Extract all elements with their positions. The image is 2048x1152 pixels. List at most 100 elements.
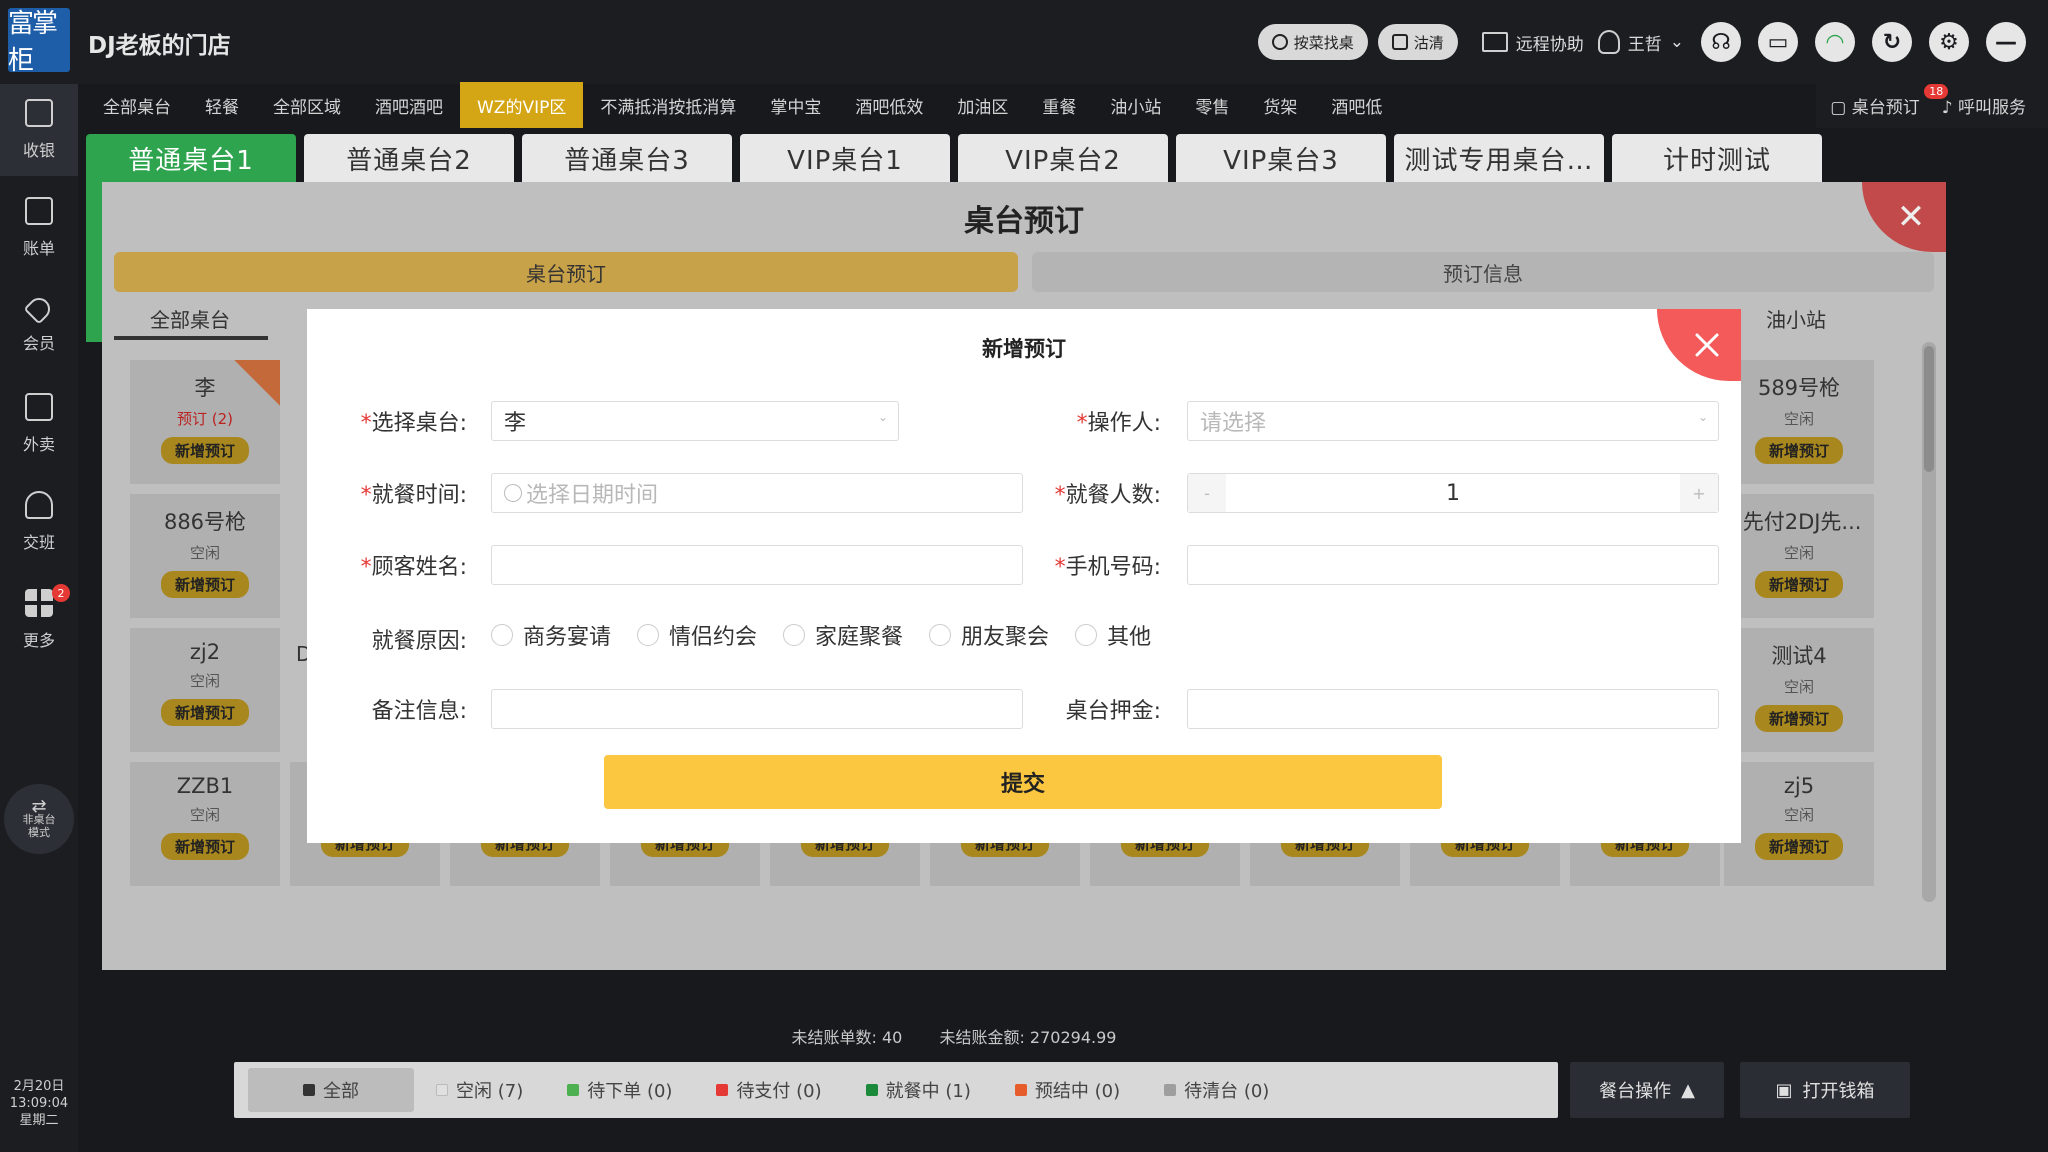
gear-icon[interactable]: ⚙ xyxy=(1929,22,1969,62)
display-icon[interactable]: ▭ xyxy=(1758,22,1798,62)
table-card[interactable]: 李 预订 (2) 新增预订 xyxy=(130,360,280,484)
room-tab[interactable]: VIP桌台3 xyxy=(1176,134,1386,182)
note-input[interactable] xyxy=(491,689,1023,729)
table-card[interactable]: 测试4 空闲 新增预订 xyxy=(1724,628,1874,752)
minimize-icon[interactable]: — xyxy=(1986,22,2026,62)
room-tab-active[interactable]: 普通桌台1 xyxy=(86,134,296,182)
status-filter-to-clear[interactable]: 待清台 (0) xyxy=(1142,1068,1291,1112)
reason-radio-family[interactable]: 家庭聚餐 xyxy=(783,619,903,651)
deposit-input[interactable] xyxy=(1187,689,1719,729)
sold-out-button[interactable]: 沽清 xyxy=(1377,24,1458,60)
category-tab-active[interactable]: WZ的VIP区 xyxy=(460,82,584,128)
category-tab[interactable]: 酒吧低 xyxy=(1314,82,1399,128)
register-icon xyxy=(25,99,53,127)
area-tab-all[interactable]: 全部桌台 xyxy=(150,304,230,333)
increment-button[interactable]: + xyxy=(1680,474,1718,512)
remote-assist-button[interactable]: 远程协助 xyxy=(1481,30,1584,55)
status-swatch xyxy=(303,1084,315,1096)
category-tab[interactable]: 油小站 xyxy=(1093,82,1178,128)
add-booking-button[interactable]: 新增预订 xyxy=(160,699,249,726)
non-table-mode-button[interactable]: ⇄ 非桌台 模式 xyxy=(4,784,74,854)
user-icon xyxy=(1597,30,1620,54)
room-tab[interactable]: 普通桌台3 xyxy=(522,134,732,182)
sidebar-item-shift[interactable]: 交班 xyxy=(0,476,78,568)
headset-icon[interactable]: ☊ xyxy=(1701,22,1741,62)
room-tab[interactable]: VIP桌台2 xyxy=(958,134,1168,182)
table-card[interactable]: 886号枪 空闲 新增预订 xyxy=(130,494,280,618)
table-reserve-link[interactable]: ▢ 桌台预订 xyxy=(1830,93,1919,118)
room-tab[interactable]: VIP桌台1 xyxy=(740,134,950,182)
dining-time-picker[interactable]: 选择日期时间 xyxy=(491,473,1023,513)
customer-name-input[interactable] xyxy=(491,545,1023,585)
sidebar-item-takeout[interactable]: 外卖 xyxy=(0,378,78,470)
table-card[interactable]: zj5 空闲 新增预订 xyxy=(1724,762,1874,886)
party-size-value[interactable]: 1 xyxy=(1226,474,1680,512)
reason-radio-business[interactable]: 商务宴请 xyxy=(491,619,611,651)
modal-close-button[interactable] xyxy=(1657,309,1741,381)
table-select[interactable]: 李 ⌄ xyxy=(491,401,899,441)
close-icon: ✕ xyxy=(1896,197,1926,237)
add-booking-button[interactable]: 新增预订 xyxy=(1754,833,1843,860)
submit-button[interactable]: 提交 xyxy=(604,755,1442,809)
add-booking-button[interactable]: 新增预订 xyxy=(160,437,249,464)
category-tab[interactable]: 加油区 xyxy=(940,82,1025,128)
add-booking-button[interactable]: 新增预订 xyxy=(1754,705,1843,732)
grid-icon xyxy=(25,589,53,617)
status-filter-pending-pay[interactable]: 待支付 (0) xyxy=(694,1068,843,1112)
room-tab[interactable]: 普通桌台2 xyxy=(304,134,514,182)
open-drawer-button[interactable]: ▣ 打开钱箱 xyxy=(1740,1062,1910,1118)
category-tab[interactable]: 掌中宝 xyxy=(753,82,838,128)
reason-radio-date[interactable]: 情侣约会 xyxy=(637,619,757,651)
panel-close-button[interactable]: ✕ xyxy=(1862,182,1946,252)
status-filter-dining[interactable]: 就餐中 (1) xyxy=(844,1068,993,1112)
table-card[interactable]: zj2 空闲 新增预订 xyxy=(130,628,280,752)
party-size-stepper[interactable]: - 1 + xyxy=(1187,473,1719,513)
category-tab[interactable]: 酒吧酒吧 xyxy=(358,82,460,128)
add-booking-button[interactable]: 新增预订 xyxy=(160,833,249,860)
room-tab[interactable]: 计时测试 xyxy=(1612,134,1822,182)
category-tab[interactable]: 酒吧低效 xyxy=(838,82,940,128)
sidebar-item-member[interactable]: 会员 xyxy=(0,280,78,372)
add-booking-button[interactable]: 新增预订 xyxy=(1754,437,1843,464)
category-tab[interactable]: 不满抵消按抵消算 xyxy=(583,82,753,128)
call-service-link[interactable]: ♪ 呼叫服务 xyxy=(1942,93,2026,118)
category-tab[interactable]: 重餐 xyxy=(1025,82,1093,128)
category-tab[interactable]: 全部桌台 xyxy=(86,82,188,128)
area-tab-oil-station[interactable]: 油小站 xyxy=(1766,304,1826,333)
add-booking-button[interactable]: 新增预订 xyxy=(160,571,249,598)
shift-icon xyxy=(25,491,53,519)
status-filter-pre-settle[interactable]: 预结中 (0) xyxy=(993,1068,1142,1112)
sidebar-item-more[interactable]: 更多 2 xyxy=(0,574,78,666)
category-tab[interactable]: 全部区域 xyxy=(256,82,358,128)
status-filter-pending-order[interactable]: 待下单 (0) xyxy=(545,1068,694,1112)
operator-select[interactable]: 请选择 ⌄ xyxy=(1187,401,1719,441)
decrement-button[interactable]: - xyxy=(1188,474,1226,512)
chevron-down-icon: ⌄ xyxy=(1697,410,1708,424)
sidebar-item-bills[interactable]: 账单 xyxy=(0,182,78,274)
search-dish-button[interactable]: 按菜找桌 xyxy=(1257,24,1368,60)
reason-radio-other[interactable]: 其他 xyxy=(1075,619,1151,651)
table-ops-button[interactable]: 餐台操作 ▲ xyxy=(1570,1062,1724,1118)
table-card[interactable]: 589号枪 空闲 新增预订 xyxy=(1724,360,1874,484)
status-filter-idle[interactable]: 空闲 (7) xyxy=(414,1068,545,1112)
room-tab[interactable]: 测试专用桌台… xyxy=(1394,134,1604,182)
reason-radio-friends[interactable]: 朋友聚会 xyxy=(929,619,1049,651)
refresh-icon[interactable]: ↻ xyxy=(1872,22,1912,62)
user-menu[interactable]: 王哲 ⌄ xyxy=(1597,30,1684,55)
seg-booking-info[interactable]: 预订信息 xyxy=(1032,252,1934,292)
category-tab[interactable]: 货架 xyxy=(1246,82,1314,128)
table-card[interactable]: J先付2DJ先... 空闲 新增预订 xyxy=(1724,494,1874,618)
cards-scroll-thumb[interactable] xyxy=(1924,346,1934,472)
category-tab[interactable]: 零售 xyxy=(1178,82,1246,128)
seg-table-booking[interactable]: 桌台预订 xyxy=(114,252,1018,292)
clock-icon xyxy=(504,484,522,502)
category-tab[interactable]: 轻餐 xyxy=(188,82,256,128)
phone-input[interactable] xyxy=(1187,545,1719,585)
sidebar-item-cashier[interactable]: 收银 xyxy=(0,84,78,176)
table-card[interactable]: ZZB1 空闲 新增预订 xyxy=(130,762,280,886)
status-filter-all[interactable]: 全部 xyxy=(248,1068,414,1112)
wifi-icon[interactable]: ◠ xyxy=(1815,22,1855,62)
add-booking-button[interactable]: 新增预订 xyxy=(1754,571,1843,598)
clock-readout: 2月20日 13:09:04 星期二 xyxy=(9,1079,69,1128)
caret-up-icon: ▲ xyxy=(1681,1079,1695,1101)
